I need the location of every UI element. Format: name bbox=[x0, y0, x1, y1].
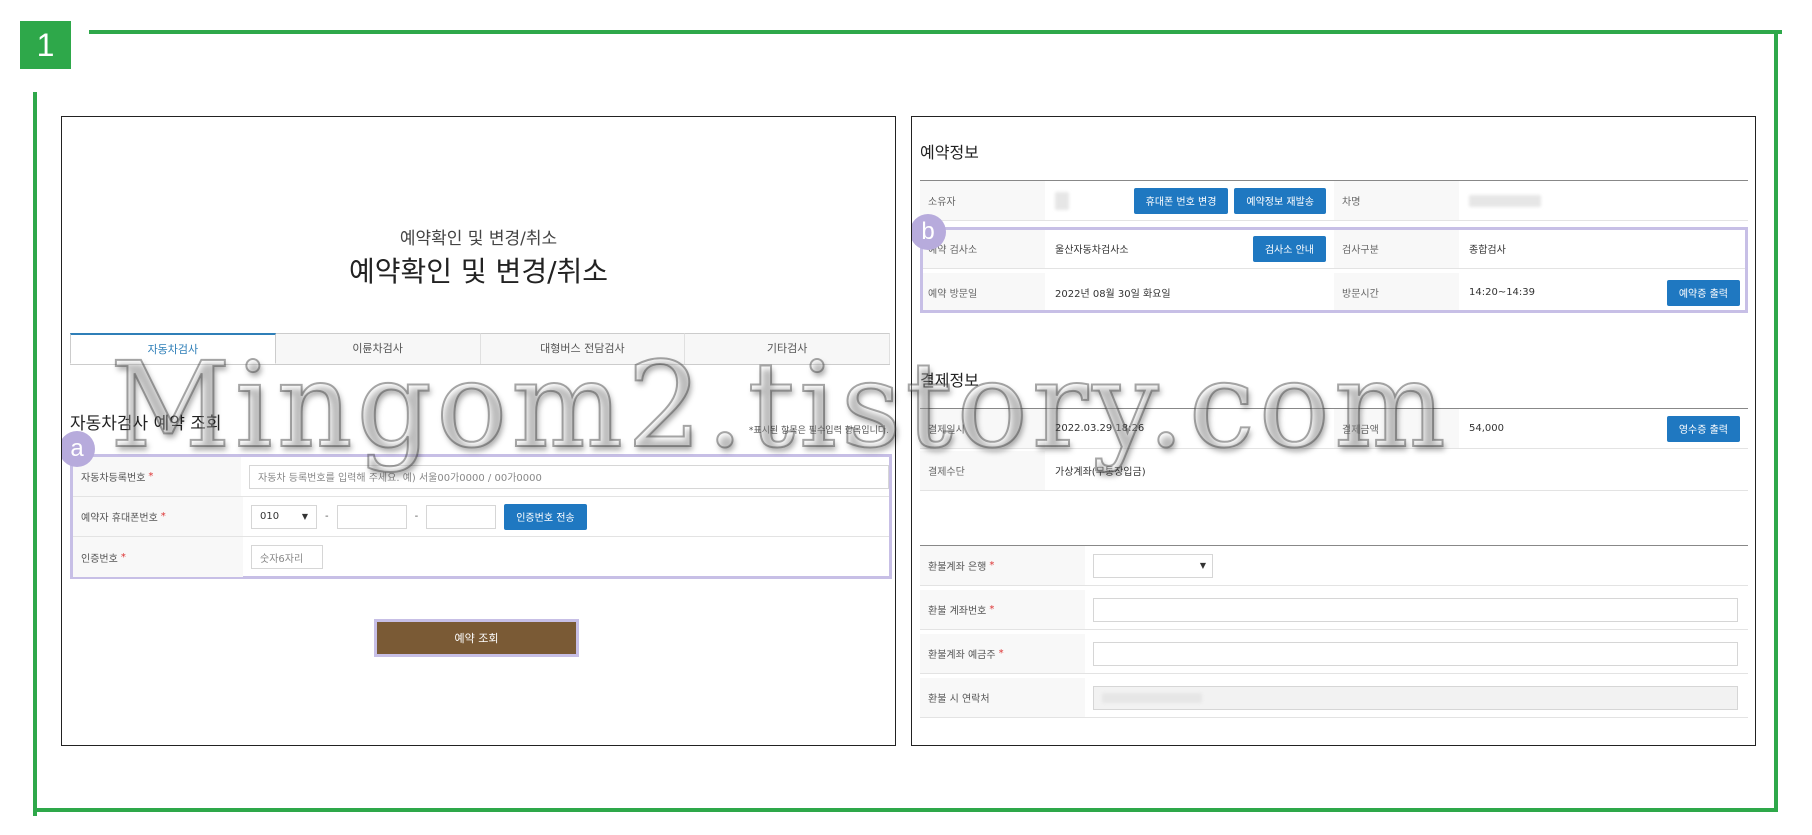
tab-other-inspection[interactable]: 기타검사 bbox=[685, 333, 890, 364]
auth-code-input[interactable]: 숫자6자리 bbox=[251, 545, 323, 569]
car-number-label: 자동차등록번호 bbox=[81, 473, 146, 484]
tab-motorcycle-inspection[interactable]: 이륜차검사 bbox=[275, 333, 481, 364]
section-title: 자동차검사 예약 조회 bbox=[70, 414, 222, 434]
payment-amount-value: 54,000 bbox=[1469, 423, 1504, 434]
submit-highlight: 예약 조회 bbox=[374, 619, 579, 657]
phone-prefix-select[interactable]: 010 ▼ bbox=[251, 504, 317, 529]
row-owner: 소유자 휴대폰 번호 변경 예약정보 재발송 차명 bbox=[920, 181, 1748, 221]
car-name-label: 차명 bbox=[1334, 181, 1459, 220]
row-refund-contact: 환불 시 연락처 bbox=[920, 678, 1748, 718]
change-phone-button[interactable]: 휴대폰 번호 변경 bbox=[1133, 187, 1229, 214]
tab-bus-inspection[interactable]: 대형버스 전담검사 bbox=[480, 333, 686, 364]
required-mark: * bbox=[989, 560, 995, 571]
owner-label: 소유자 bbox=[920, 181, 1045, 220]
tab-car-inspection[interactable]: 자동차검사 bbox=[70, 333, 276, 364]
required-mark: * bbox=[998, 648, 1004, 659]
row-refund-account: 환불 계좌번호 * bbox=[920, 590, 1748, 630]
receipt-print-button[interactable]: 영수증 출력 bbox=[1666, 415, 1740, 442]
phone-label: 예약자 휴대폰번호 bbox=[81, 513, 158, 524]
send-code-button[interactable]: 인증번호 전송 bbox=[504, 503, 587, 530]
resend-info-button[interactable]: 예약정보 재발송 bbox=[1234, 187, 1326, 214]
reservation-info-title: 예약정보 bbox=[920, 143, 979, 162]
refund-contact-label: 환불 시 연락처 bbox=[928, 694, 990, 705]
required-note: *표시된 항목은 필수입력 항목입니다. bbox=[748, 426, 889, 436]
refund-holder-input[interactable] bbox=[1093, 641, 1738, 666]
chevron-down-icon: ▼ bbox=[1199, 561, 1206, 570]
page-title: 예약확인 및 변경/취소 bbox=[348, 255, 609, 288]
reservation-lookup-panel: 예약확인 및 변경/취소 예약확인 및 변경/취소 자동차검사 이륜차검사 대형… bbox=[61, 116, 896, 746]
refund-holder-label: 환불계좌 예금주 bbox=[928, 650, 996, 661]
payment-date-label: 결제일시 bbox=[920, 409, 1045, 448]
row-payment-method: 결제수단 가상계좌(무통장입금) bbox=[920, 451, 1748, 491]
form-row-car-number: 자동차등록번호 * 자동차 등록번호를 입력해 주세요. 예) 서울00가000… bbox=[73, 457, 889, 497]
required-mark: * bbox=[989, 604, 995, 615]
contact-blurred bbox=[1102, 692, 1202, 703]
refund-bank-label: 환불계좌 은행 bbox=[928, 562, 987, 573]
phone-dash: - bbox=[325, 511, 329, 522]
lookup-submit-button[interactable]: 예약 조회 bbox=[377, 622, 576, 654]
inspection-tabs: 자동차검사 이륜차검사 대형버스 전담검사 기타검사 bbox=[70, 333, 890, 365]
row-refund-bank: 환불계좌 은행 * ▼ bbox=[920, 546, 1748, 586]
phone-last-input[interactable] bbox=[426, 504, 497, 529]
payment-amount-label: 결제금액 bbox=[1334, 409, 1459, 448]
row-refund-holder: 환불계좌 예금주 * bbox=[920, 634, 1748, 674]
required-mark: * bbox=[160, 511, 166, 522]
required-mark: * bbox=[148, 471, 154, 482]
phone-dash: - bbox=[414, 511, 419, 522]
payment-method-value: 가상계좌(무통장입금) bbox=[1055, 467, 1146, 478]
highlight-box-b bbox=[920, 227, 1748, 313]
required-mark: * bbox=[120, 551, 126, 563]
refund-account-input[interactable] bbox=[1093, 597, 1738, 622]
refund-bank-select[interactable]: ▼ bbox=[1093, 553, 1213, 578]
owner-name-blurred bbox=[1055, 191, 1069, 210]
phone-middle-input[interactable] bbox=[336, 504, 407, 529]
callout-badge-b: b bbox=[912, 214, 946, 250]
payment-method-label: 결제수단 bbox=[920, 451, 1045, 490]
payment-date-value: 2022.03.29 18:26 bbox=[1055, 423, 1145, 434]
page-subtitle: 예약확인 및 변경/취소 bbox=[399, 229, 558, 249]
car-number-input[interactable]: 자동차 등록번호를 입력해 주세요. 예) 서울00가0000 / 00가000… bbox=[249, 464, 889, 489]
form-row-auth: 인증번호 * 숫자6자리 bbox=[73, 537, 889, 577]
refund-contact-input[interactable] bbox=[1093, 685, 1738, 710]
payment-info-title: 결제정보 bbox=[920, 371, 979, 390]
row-payment: 결제일시 2022.03.29 18:26 결제금액 54,000 영수증 출력 bbox=[920, 409, 1748, 449]
phone-prefix-value: 010 bbox=[260, 511, 280, 522]
refund-account-label: 환불 계좌번호 bbox=[928, 606, 987, 617]
lookup-form: 자동차등록번호 * 자동차 등록번호를 입력해 주세요. 예) 서울00가000… bbox=[70, 454, 892, 579]
chevron-down-icon: ▼ bbox=[301, 512, 308, 521]
auth-label: 인증번호 bbox=[81, 553, 118, 565]
reservation-detail-panel: 예약정보 소유자 휴대폰 번호 변경 예약정보 재발송 차명 예약 검사소 울산… bbox=[911, 116, 1756, 746]
car-name-blurred bbox=[1469, 194, 1541, 207]
form-row-phone: 예약자 휴대폰번호 * 010 ▼ - - 인증번호 전송 bbox=[73, 497, 889, 537]
